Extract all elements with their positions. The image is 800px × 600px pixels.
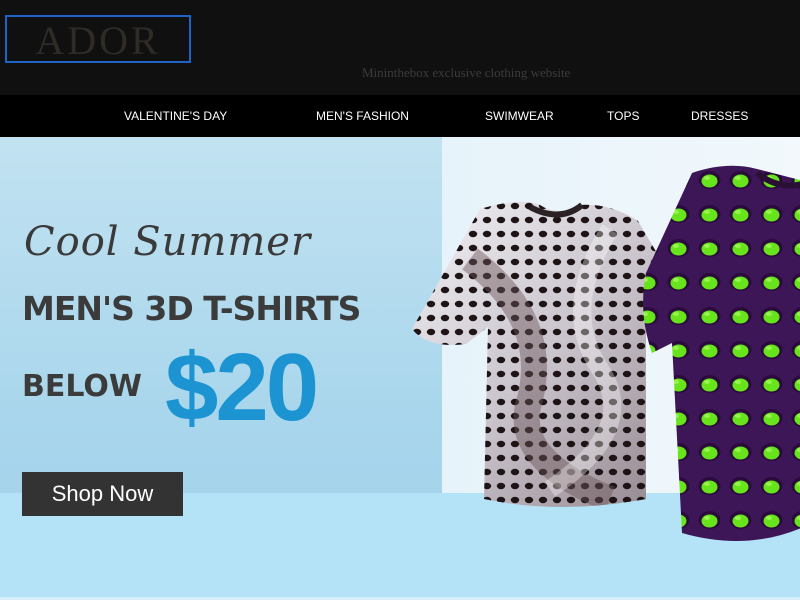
- promo-below-label: BELOW: [22, 369, 142, 404]
- nav-item-swimwear[interactable]: SWIMWEAR: [485, 95, 554, 137]
- logo-text: ADOR: [35, 18, 161, 63]
- logo[interactable]: ADOR: [5, 15, 191, 63]
- shop-now-button[interactable]: Shop Now: [22, 472, 183, 516]
- tshirt-icon[interactable]: [632, 163, 800, 563]
- promo-script-heading: Cool Summer: [24, 219, 312, 265]
- site-header: ADOR Mininthebox exclusive clothing webs…: [0, 0, 800, 95]
- promo-title: MEN'S 3D T-SHIRTS: [22, 289, 361, 328]
- main-nav: VALENTINE'S DAY MEN'S FASHION SWIMWEAR T…: [0, 95, 800, 137]
- promo-price: $20: [165, 334, 319, 441]
- nav-item-dresses[interactable]: DRESSES: [691, 95, 748, 137]
- hero-banner[interactable]: Cool Summer MEN'S 3D T-SHIRTS BELOW $20 …: [0, 137, 800, 600]
- nav-item-tops[interactable]: TOPS: [607, 95, 639, 137]
- nav-item-mens-fashion[interactable]: MEN'S FASHION: [316, 95, 409, 137]
- site-tagline: Mininthebox exclusive clothing website: [362, 65, 571, 80]
- nav-item-valentines-day[interactable]: VALENTINE'S DAY: [124, 95, 227, 137]
